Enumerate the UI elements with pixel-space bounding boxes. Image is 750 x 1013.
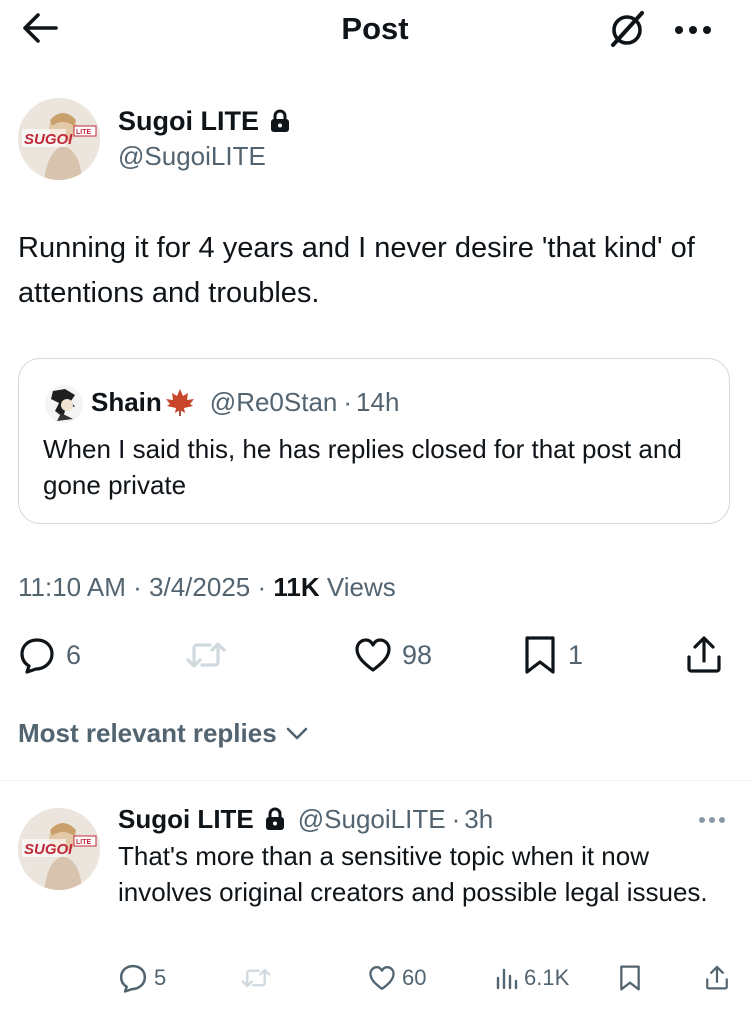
reply-count: 6: [66, 639, 82, 670]
reply-bookmark-button[interactable]: [618, 960, 642, 996]
bookmark-count: 1: [568, 639, 584, 670]
reply-icon: [119, 964, 147, 993]
grok-button[interactable]: [604, 6, 652, 50]
avatar-badge-text: LITE: [76, 129, 91, 136]
reply-header: Sugoi LITE @SugoiLITE · 3h: [118, 802, 493, 836]
author-name: Sugoi LITE: [118, 106, 259, 136]
quote-avatar-image: [45, 385, 83, 423]
bookmark-icon: [620, 965, 640, 991]
author-handle[interactable]: @SugoiLITE: [118, 140, 266, 172]
maple-leaf-icon: [165, 389, 194, 416]
author-avatar[interactable]: SUGOI LITE: [18, 98, 100, 180]
avatar-image: SUGOI LITE: [18, 98, 100, 180]
reply-views-count: 6.1K: [524, 965, 570, 990]
repost-icon: [241, 968, 271, 988]
quote-author-name: Shain: [91, 387, 162, 417]
bookmark-icon: [525, 636, 555, 674]
views-icon: [496, 968, 518, 990]
views-count[interactable]: 11K: [273, 572, 319, 602]
like-icon: [355, 638, 391, 672]
share-icon: [706, 965, 728, 990]
quote-handle: @Re0Stan: [209, 387, 338, 417]
reply-avatar-badge-text: LITE: [76, 839, 91, 846]
replies-sort-label: Most relevant replies: [18, 718, 277, 748]
author-name-row[interactable]: Sugoi LITE: [118, 104, 291, 138]
quote-text: When I said this, he has replies closed …: [43, 434, 682, 500]
avatar-logo-text: SUGOI: [24, 131, 73, 148]
reply-reply-count: 5: [154, 965, 167, 990]
share-icon: [687, 636, 721, 673]
replies-sort-dropdown[interactable]: Most relevant replies: [18, 716, 309, 750]
views-label: Views: [319, 572, 396, 602]
like-icon: [369, 966, 395, 990]
like-button[interactable]: 98: [354, 632, 432, 678]
lock-icon: [265, 807, 284, 830]
quote-header: Shain @Re0Stan · 14h: [91, 385, 399, 419]
grok-icon: [611, 11, 644, 47]
reply-text: That's more than a sensitive topic when …: [118, 841, 708, 907]
reply-time: 3h: [464, 804, 494, 834]
reply-reply-button[interactable]: 5: [118, 960, 166, 996]
post-meta: 11:10 AM · 3/4/2025 · 11K Views: [18, 570, 396, 604]
reply-avatar-logo-text: SUGOI: [24, 841, 73, 858]
more-icon: [675, 26, 711, 34]
quote-time: 14h: [356, 387, 400, 417]
like-count: 98: [402, 639, 433, 670]
reply-icon: [20, 638, 54, 674]
reply-avatar-image: SUGOI LITE: [18, 808, 100, 890]
repost-button[interactable]: [184, 632, 228, 678]
lock-icon: [271, 109, 289, 132]
post-timestamp: 11:10 AM · 3/4/2025 ·: [18, 572, 274, 602]
chevron-down-icon: [286, 727, 307, 740]
reply-share-button[interactable]: [704, 960, 730, 996]
reply-more-button[interactable]: [692, 806, 732, 834]
reply-author-avatar[interactable]: SUGOI LITE: [18, 808, 100, 890]
repost-icon: [186, 642, 226, 668]
share-button[interactable]: [684, 632, 724, 678]
bookmark-button[interactable]: 1: [522, 632, 583, 678]
reply-author-name[interactable]: Sugoi LITE: [118, 802, 254, 836]
more-options-button[interactable]: [668, 8, 718, 48]
reply-repost-button[interactable]: [240, 960, 272, 996]
reply-dot: ·: [451, 804, 461, 834]
reply-button[interactable]: 6: [18, 632, 81, 678]
divider: [0, 780, 750, 781]
reply-like-button[interactable]: 60: [368, 960, 426, 996]
more-icon: [699, 817, 725, 823]
quote-dot: ·: [343, 387, 353, 417]
quote-avatar: [45, 385, 83, 423]
quoted-post-card[interactable]: Shain @Re0Stan · 14h When I said this, h…: [18, 358, 730, 524]
reply-author-handle[interactable]: @SugoiLITE: [298, 802, 446, 836]
reply-views-button[interactable]: 6.1K: [494, 960, 569, 996]
reply-like-count: 60: [402, 965, 427, 990]
post-text: Running it for 4 years and I never desir…: [18, 232, 695, 309]
